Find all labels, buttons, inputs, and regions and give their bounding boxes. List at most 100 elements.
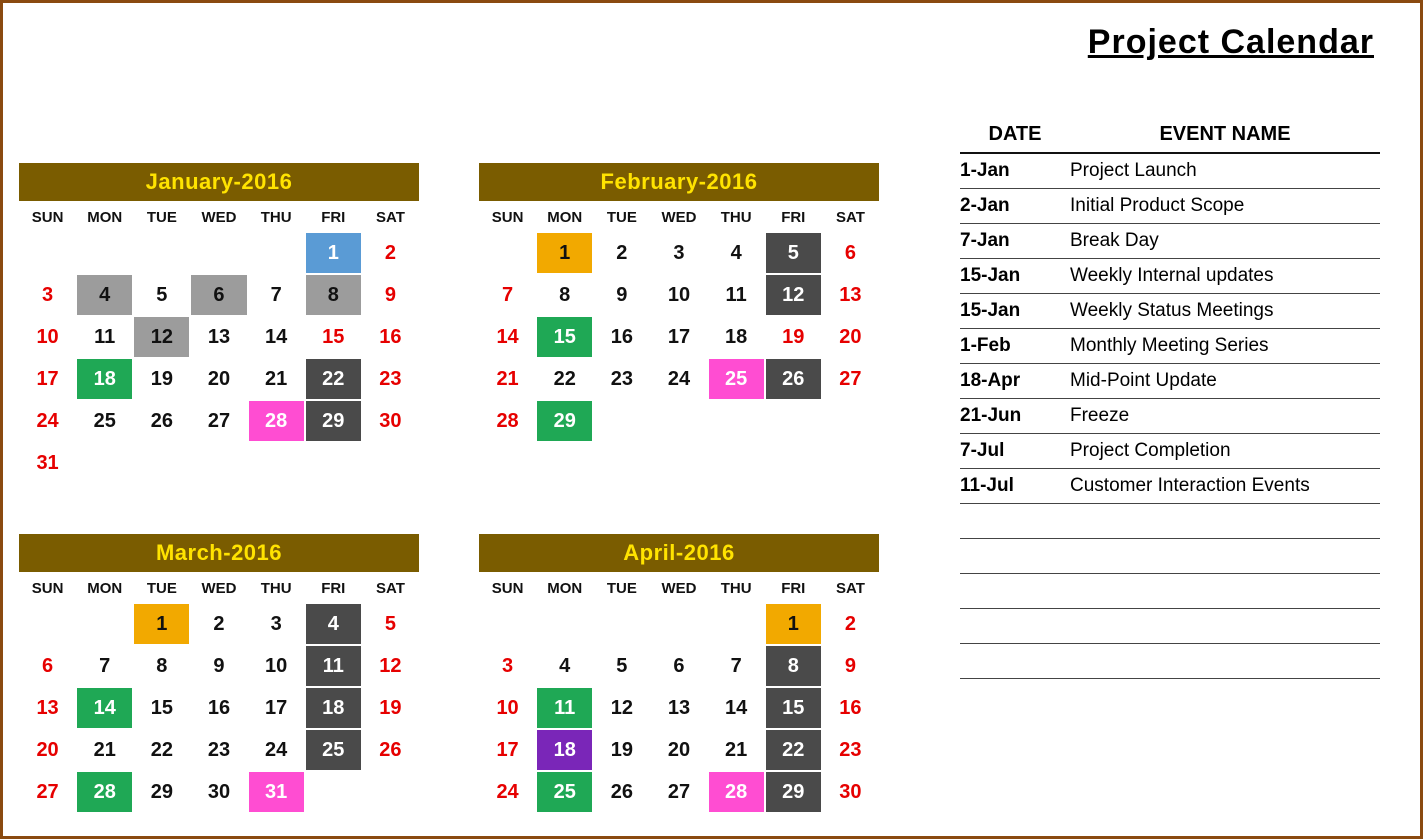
day-cell[interactable]: 9: [594, 275, 649, 315]
day-cell[interactable]: 2: [363, 233, 418, 273]
day-cell[interactable]: 14: [249, 317, 304, 357]
day-cell[interactable]: 10: [249, 646, 304, 686]
day-cell[interactable]: 21: [480, 359, 535, 399]
day-cell[interactable]: 12: [594, 688, 649, 728]
day-cell[interactable]: 22: [766, 730, 821, 770]
day-cell[interactable]: 24: [480, 772, 535, 812]
day-cell[interactable]: 24: [651, 359, 706, 399]
day-cell[interactable]: 4: [306, 604, 361, 644]
day-cell[interactable]: 1: [306, 233, 361, 273]
day-cell[interactable]: 21: [77, 730, 132, 770]
day-cell[interactable]: 3: [249, 604, 304, 644]
day-cell[interactable]: 14: [709, 688, 764, 728]
day-cell[interactable]: 26: [134, 401, 189, 441]
day-cell[interactable]: 28: [709, 772, 764, 812]
day-cell[interactable]: 6: [823, 233, 878, 273]
day-cell[interactable]: 29: [766, 772, 821, 812]
day-cell[interactable]: 11: [537, 688, 592, 728]
day-cell[interactable]: 30: [823, 772, 878, 812]
day-cell[interactable]: 27: [823, 359, 878, 399]
day-cell[interactable]: 1: [134, 604, 189, 644]
day-cell[interactable]: 7: [480, 275, 535, 315]
day-cell[interactable]: 22: [537, 359, 592, 399]
day-cell[interactable]: 4: [77, 275, 132, 315]
day-cell[interactable]: 15: [134, 688, 189, 728]
day-cell[interactable]: 25: [709, 359, 764, 399]
day-cell[interactable]: 19: [134, 359, 189, 399]
day-cell[interactable]: 19: [766, 317, 821, 357]
day-cell[interactable]: 8: [766, 646, 821, 686]
day-cell[interactable]: 7: [709, 646, 764, 686]
day-cell[interactable]: 19: [594, 730, 649, 770]
day-cell[interactable]: 15: [306, 317, 361, 357]
day-cell[interactable]: 31: [20, 443, 75, 483]
day-cell[interactable]: 4: [709, 233, 764, 273]
day-cell[interactable]: 11: [709, 275, 764, 315]
day-cell[interactable]: 22: [134, 730, 189, 770]
day-cell[interactable]: 18: [537, 730, 592, 770]
day-cell[interactable]: 2: [191, 604, 246, 644]
day-cell[interactable]: 13: [651, 688, 706, 728]
day-cell[interactable]: 28: [480, 401, 535, 441]
day-cell[interactable]: 30: [363, 401, 418, 441]
day-cell[interactable]: 14: [480, 317, 535, 357]
day-cell[interactable]: 24: [20, 401, 75, 441]
day-cell[interactable]: 18: [77, 359, 132, 399]
day-cell[interactable]: 3: [651, 233, 706, 273]
day-cell[interactable]: 15: [537, 317, 592, 357]
day-cell[interactable]: 5: [363, 604, 418, 644]
day-cell[interactable]: 13: [20, 688, 75, 728]
day-cell[interactable]: 7: [77, 646, 132, 686]
day-cell[interactable]: 5: [594, 646, 649, 686]
day-cell[interactable]: 25: [77, 401, 132, 441]
day-cell[interactable]: 31: [249, 772, 304, 812]
day-cell[interactable]: 6: [191, 275, 246, 315]
day-cell[interactable]: 25: [306, 730, 361, 770]
day-cell[interactable]: 16: [823, 688, 878, 728]
day-cell[interactable]: 17: [20, 359, 75, 399]
day-cell[interactable]: 17: [249, 688, 304, 728]
day-cell[interactable]: 28: [77, 772, 132, 812]
day-cell[interactable]: 20: [191, 359, 246, 399]
day-cell[interactable]: 10: [480, 688, 535, 728]
day-cell[interactable]: 16: [191, 688, 246, 728]
day-cell[interactable]: 10: [20, 317, 75, 357]
day-cell[interactable]: 28: [249, 401, 304, 441]
day-cell[interactable]: 15: [766, 688, 821, 728]
day-cell[interactable]: 21: [709, 730, 764, 770]
day-cell[interactable]: 8: [537, 275, 592, 315]
day-cell[interactable]: 3: [480, 646, 535, 686]
day-cell[interactable]: 18: [306, 688, 361, 728]
day-cell[interactable]: 5: [134, 275, 189, 315]
day-cell[interactable]: 23: [823, 730, 878, 770]
day-cell[interactable]: 29: [134, 772, 189, 812]
day-cell[interactable]: 2: [823, 604, 878, 644]
day-cell[interactable]: 17: [480, 730, 535, 770]
day-cell[interactable]: 26: [363, 730, 418, 770]
day-cell[interactable]: 2: [594, 233, 649, 273]
day-cell[interactable]: 13: [191, 317, 246, 357]
day-cell[interactable]: 6: [651, 646, 706, 686]
day-cell[interactable]: 26: [594, 772, 649, 812]
day-cell[interactable]: 14: [77, 688, 132, 728]
day-cell[interactable]: 1: [537, 233, 592, 273]
day-cell[interactable]: 11: [306, 646, 361, 686]
day-cell[interactable]: 19: [363, 688, 418, 728]
day-cell[interactable]: 8: [134, 646, 189, 686]
day-cell[interactable]: 9: [191, 646, 246, 686]
day-cell[interactable]: 29: [306, 401, 361, 441]
day-cell[interactable]: 20: [651, 730, 706, 770]
day-cell[interactable]: 26: [766, 359, 821, 399]
day-cell[interactable]: 16: [594, 317, 649, 357]
day-cell[interactable]: 10: [651, 275, 706, 315]
day-cell[interactable]: 1: [766, 604, 821, 644]
day-cell[interactable]: 20: [20, 730, 75, 770]
day-cell[interactable]: 30: [191, 772, 246, 812]
day-cell[interactable]: 22: [306, 359, 361, 399]
day-cell[interactable]: 13: [823, 275, 878, 315]
day-cell[interactable]: 24: [249, 730, 304, 770]
day-cell[interactable]: 27: [191, 401, 246, 441]
day-cell[interactable]: 25: [537, 772, 592, 812]
day-cell[interactable]: 20: [823, 317, 878, 357]
day-cell[interactable]: 23: [191, 730, 246, 770]
